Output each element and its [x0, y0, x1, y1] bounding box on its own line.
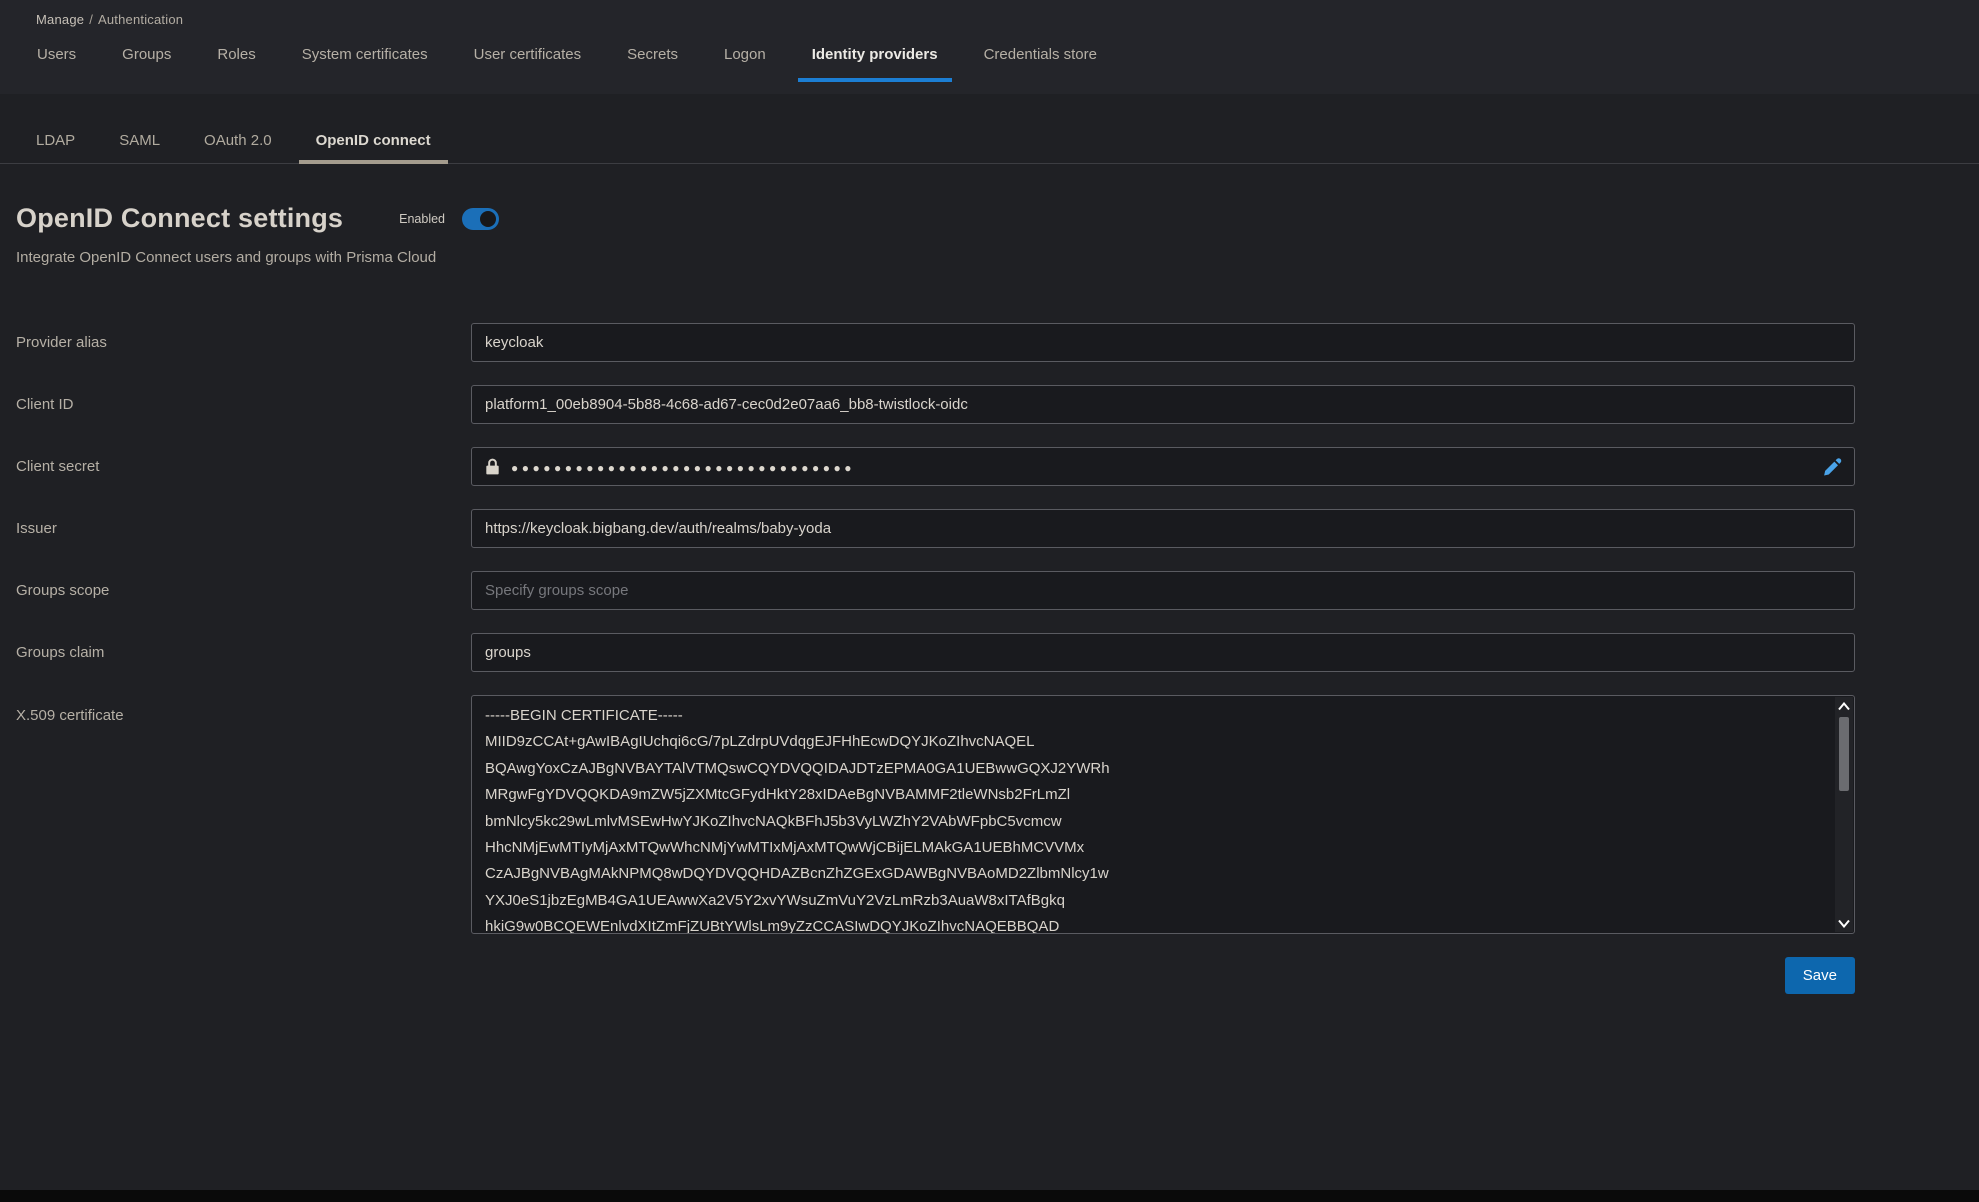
issuer-row: Issuer	[0, 509, 1979, 548]
subtab-oauth2[interactable]: OAuth 2.0	[204, 132, 272, 163]
groups-claim-row: Groups claim	[0, 633, 1979, 672]
save-button[interactable]: Save	[1785, 957, 1855, 994]
top-bar: Manage/Authentication Users Groups Roles…	[0, 0, 1979, 94]
groups-scope-label: Groups scope	[0, 582, 471, 599]
tab-logon[interactable]: Logon	[724, 40, 766, 82]
oidc-settings-form: Provider alias Client ID Client secret ●…	[0, 323, 1979, 994]
client-secret-field: ●●●●●●●●●●●●●●●●●●●●●●●●●●●●●●●●	[471, 447, 1855, 486]
sub-tab-bar: LDAP SAML OAuth 2.0 OpenID connect	[0, 94, 1979, 164]
page-title: OpenID Connect settings	[16, 203, 343, 234]
breadcrumb-separator: /	[84, 12, 98, 27]
client-id-row: Client ID	[0, 385, 1979, 424]
chevron-down-icon[interactable]	[1835, 915, 1853, 931]
tab-users[interactable]: Users	[37, 40, 76, 82]
tab-groups[interactable]: Groups	[122, 40, 171, 82]
tab-system-certificates[interactable]: System certificates	[302, 40, 428, 82]
groups-scope-row: Groups scope	[0, 571, 1979, 610]
x509-certificate-label: X.509 certificate	[0, 695, 471, 724]
client-secret-label: Client secret	[0, 458, 471, 475]
breadcrumb: Manage/Authentication	[0, 0, 1979, 27]
app-root: Manage/Authentication Users Groups Roles…	[0, 0, 1979, 1202]
client-secret-masked-value: ●●●●●●●●●●●●●●●●●●●●●●●●●●●●●●●●	[511, 460, 855, 474]
certificate-scrollbar[interactable]	[1835, 697, 1853, 932]
toggle-knob	[480, 211, 496, 227]
tab-user-certificates[interactable]: User certificates	[474, 40, 582, 82]
subtab-openid-connect[interactable]: OpenID connect	[316, 132, 431, 163]
groups-claim-label: Groups claim	[0, 644, 471, 661]
enabled-label: Enabled	[399, 212, 445, 226]
client-id-label: Client ID	[0, 396, 471, 413]
provider-alias-label: Provider alias	[0, 334, 471, 351]
form-actions: Save	[0, 957, 1855, 994]
main-tab-bar: Users Groups Roles System certificates U…	[0, 40, 1979, 82]
tab-credentials-store[interactable]: Credentials store	[984, 40, 1097, 82]
lock-icon	[485, 458, 500, 475]
subtab-saml[interactable]: SAML	[119, 132, 160, 163]
pencil-icon	[1822, 457, 1842, 477]
provider-alias-input[interactable]	[471, 323, 1855, 362]
settings-header: OpenID Connect settings Enabled	[16, 203, 1979, 234]
breadcrumb-page: Authentication	[98, 12, 183, 27]
x509-certificate-value: -----BEGIN CERTIFICATE----- MIID9zCCAt+g…	[472, 696, 1854, 933]
x509-certificate-row: X.509 certificate -----BEGIN CERTIFICATE…	[0, 695, 1979, 934]
bottom-edge	[0, 1190, 1979, 1202]
enabled-toggle[interactable]	[462, 208, 499, 230]
breadcrumb-section[interactable]: Manage	[36, 12, 84, 27]
tab-secrets[interactable]: Secrets	[627, 40, 678, 82]
x509-certificate-textarea[interactable]: -----BEGIN CERTIFICATE----- MIID9zCCAt+g…	[471, 695, 1855, 934]
chevron-up-icon[interactable]	[1835, 698, 1853, 714]
scrollbar-thumb[interactable]	[1839, 717, 1849, 791]
client-secret-row: Client secret ●●●●●●●●●●●●●●●●●●●●●●●●●●…	[0, 447, 1979, 486]
subtab-ldap[interactable]: LDAP	[36, 132, 75, 163]
issuer-input[interactable]	[471, 509, 1855, 548]
settings-subtitle: Integrate OpenID Connect users and group…	[16, 249, 1979, 266]
client-id-input[interactable]	[471, 385, 1855, 424]
groups-claim-input[interactable]	[471, 633, 1855, 672]
issuer-label: Issuer	[0, 520, 471, 537]
enabled-toggle-group: Enabled	[399, 208, 499, 230]
tab-roles[interactable]: Roles	[217, 40, 255, 82]
provider-alias-row: Provider alias	[0, 323, 1979, 362]
tab-identity-providers[interactable]: Identity providers	[812, 40, 938, 82]
groups-scope-input[interactable]	[471, 571, 1855, 610]
client-secret-edit-button[interactable]	[1820, 454, 1846, 480]
